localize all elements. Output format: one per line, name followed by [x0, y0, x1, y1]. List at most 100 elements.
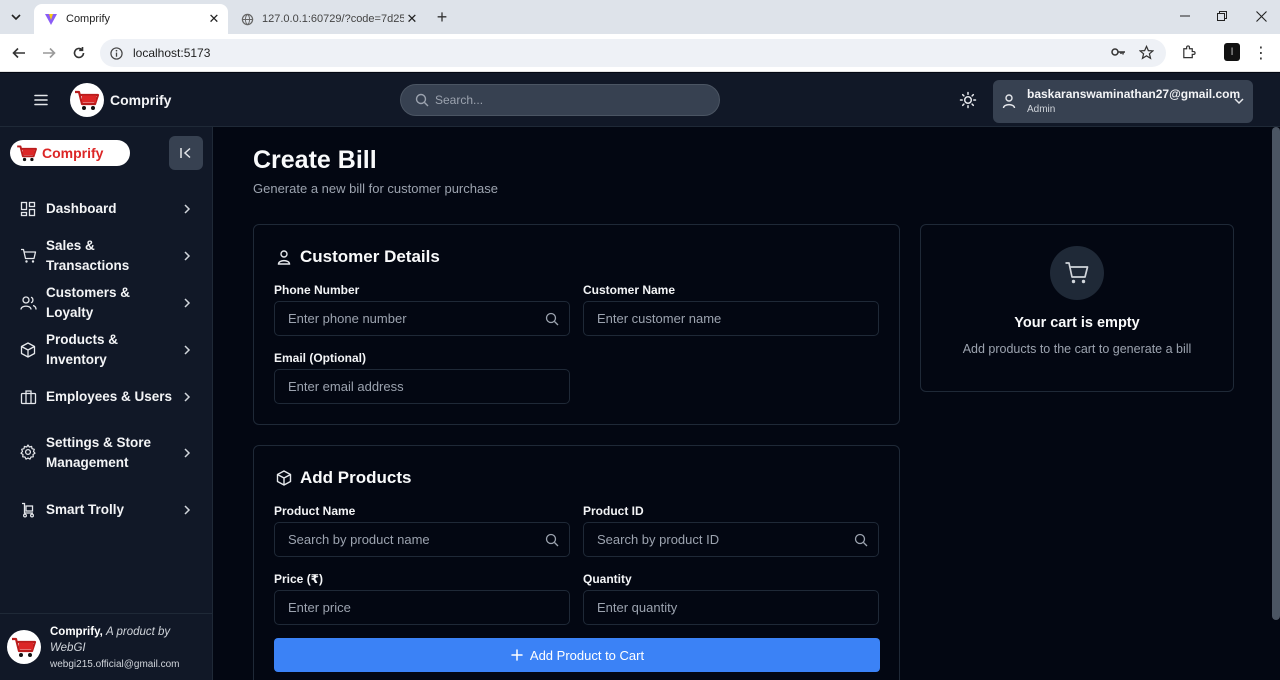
sidebar-item-smart-trolly[interactable]: Smart Trolly — [8, 500, 204, 520]
collapse-sidebar-button[interactable] — [169, 136, 203, 170]
tab-localhost[interactable]: 127.0.0.1:60729/?code=7d2514 ✕ — [230, 4, 426, 34]
add-products-heading: Add Products — [276, 468, 411, 488]
sidebar-item-settings[interactable]: Settings & Store Management — [8, 433, 204, 473]
user-icon — [276, 249, 292, 265]
app-header: Comprify baskaranswaminathan27@gmail.com… — [0, 73, 1280, 127]
url-field[interactable]: localhost:5173 — [100, 39, 1166, 67]
email-input[interactable] — [288, 379, 528, 394]
page-scrollbar[interactable] — [1272, 127, 1280, 620]
customer-details-heading: Customer Details — [276, 247, 440, 267]
user-email: baskaranswaminathan27@gmail.com — [1027, 87, 1241, 101]
product-id-field[interactable] — [583, 522, 879, 557]
global-search[interactable] — [400, 84, 720, 116]
footer-credit: Comprify, A product by WebGI — [50, 624, 200, 656]
close-window-icon[interactable] — [1243, 4, 1279, 28]
product-id-input[interactable] — [597, 532, 837, 547]
price-field[interactable] — [274, 590, 570, 625]
tab-search-chevron-icon[interactable] — [4, 5, 28, 29]
cart-logo-icon — [16, 144, 38, 162]
package-icon — [276, 470, 292, 486]
back-arrow-icon[interactable] — [8, 42, 30, 64]
restore-icon[interactable] — [1204, 4, 1240, 28]
user-icon — [1001, 93, 1017, 109]
customer-name-input[interactable] — [597, 311, 837, 326]
sidebar-item-sales[interactable]: Sales & Transactions — [8, 238, 204, 273]
sidebar-footer: Comprify, A product by WebGI webgi215.of… — [0, 613, 212, 680]
product-name-field[interactable] — [274, 522, 570, 557]
phone-input[interactable] — [288, 311, 528, 326]
tab-comprify[interactable]: Comprify ✕ — [34, 4, 228, 34]
price-input[interactable] — [288, 600, 528, 615]
email-field[interactable] — [274, 369, 570, 404]
empty-cart-icon — [1050, 246, 1104, 300]
extension-pin-icon[interactable]: ǀ — [1224, 43, 1240, 61]
sidebar-item-label: Smart Trolly — [46, 502, 125, 517]
add-products-card: Add Products Product Name Product ID Pri… — [253, 445, 900, 680]
hamburger-menu-icon[interactable] — [32, 91, 50, 109]
url-text: localhost:5173 — [133, 46, 211, 60]
chevron-right-icon — [182, 297, 192, 309]
product-name-input[interactable] — [288, 532, 528, 547]
close-tab-icon[interactable]: ✕ — [206, 11, 222, 27]
header-brand-name: Comprify — [110, 92, 172, 108]
product-id-label: Product ID — [583, 504, 644, 518]
plus-icon — [510, 648, 524, 662]
address-bar: localhost:5173 ǀ ⋮ — [0, 34, 1280, 72]
search-icon[interactable] — [854, 533, 868, 547]
customer-details-card: Customer Details Phone Number Customer N… — [253, 224, 900, 425]
chevron-right-icon — [182, 203, 192, 215]
customer-details-title: Customer Details — [300, 247, 440, 266]
search-icon[interactable] — [545, 312, 559, 326]
sidebar-item-label: Employees & Users — [46, 389, 173, 404]
phone-field[interactable] — [274, 301, 570, 336]
customer-name-label: Customer Name — [583, 283, 676, 297]
dashboard-icon — [20, 201, 37, 218]
main-content: Create Bill Generate a new bill for cust… — [234, 127, 1270, 680]
bookmark-star-icon[interactable] — [1136, 42, 1156, 62]
sidebar-logo-text: Comprify — [42, 145, 104, 161]
minimize-icon[interactable] — [1167, 4, 1203, 28]
close-tab-icon[interactable]: ✕ — [404, 11, 420, 27]
tab-title: 127.0.0.1:60729/?code=7d2514 — [262, 13, 404, 25]
sidebar-item-dashboard[interactable]: Dashboard — [8, 199, 204, 219]
site-info-icon[interactable] — [110, 46, 123, 60]
gear-icon — [20, 444, 37, 461]
sidebar-item-employees[interactable]: Employees & Users — [8, 387, 204, 407]
footer-brand: Comprify, — [50, 626, 103, 638]
search-icon — [415, 93, 429, 107]
add-product-to-cart-button[interactable]: Add Product to Cart — [274, 638, 880, 672]
email-label: Email (Optional) — [274, 351, 367, 365]
footer-email: webgi215.official@gmail.com — [50, 659, 180, 670]
sidebar-item-label: Sales & Transactions — [46, 238, 130, 273]
product-name-label: Product Name — [274, 504, 356, 518]
tab-title: Comprify — [66, 13, 111, 25]
theme-toggle-sun-icon[interactable] — [958, 90, 978, 110]
forward-arrow-icon[interactable] — [38, 42, 60, 64]
add-products-title: Add Products — [300, 468, 412, 487]
cart-card: Your cart is empty Add products to the c… — [920, 224, 1234, 392]
price-label: Price (₹) — [274, 572, 324, 586]
search-input[interactable] — [435, 93, 715, 107]
sidebar-item-customers[interactable]: Customers & Loyalty — [8, 285, 204, 320]
cart-icon — [20, 248, 37, 265]
reload-icon[interactable] — [68, 42, 90, 64]
password-key-icon[interactable] — [1108, 42, 1128, 62]
customer-name-field[interactable] — [583, 301, 879, 336]
sidebar-item-label: Customers & Loyalty — [46, 285, 131, 320]
brand-logo-icon[interactable] — [70, 83, 104, 117]
vite-favicon-icon — [44, 12, 58, 26]
user-menu-button[interactable]: baskaranswaminathan27@gmail.com Admin — [993, 80, 1253, 123]
sidebar-item-label: Settings & Store Management — [46, 435, 152, 470]
search-icon[interactable] — [545, 533, 559, 547]
chevron-down-icon — [1233, 94, 1245, 106]
browser-menu-icon[interactable]: ⋮ — [1252, 43, 1270, 63]
quantity-field[interactable] — [583, 590, 879, 625]
sidebar-logo[interactable]: Comprify — [10, 140, 130, 166]
chevron-right-icon — [182, 250, 192, 262]
sidebar-item-products[interactable]: Products & Inventory — [8, 332, 204, 367]
extensions-icon[interactable] — [1178, 42, 1198, 62]
trolley-icon — [20, 502, 37, 519]
user-role: Admin — [1027, 104, 1056, 115]
new-tab-button[interactable]: + — [432, 7, 452, 27]
quantity-input[interactable] — [597, 600, 837, 615]
